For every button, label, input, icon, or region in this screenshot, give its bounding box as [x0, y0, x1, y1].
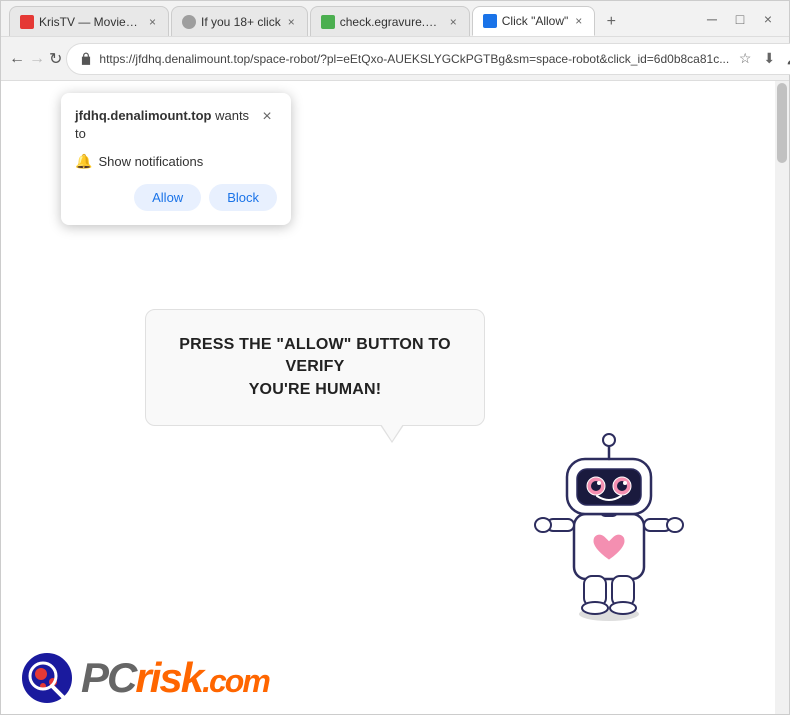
robot-svg — [529, 404, 689, 624]
profile-icon[interactable] — [783, 49, 790, 69]
block-button[interactable]: Block — [209, 184, 277, 211]
popup-title: jfdhq.denalimount.top wants to — [75, 107, 257, 143]
tab-1[interactable]: KrisTV — Movies and S... × — [9, 6, 169, 36]
tab-label-1: KrisTV — Movies and S... — [39, 15, 142, 29]
forward-button[interactable]: → — [29, 43, 45, 75]
tab-close-2[interactable]: × — [286, 13, 297, 31]
maximize-button[interactable]: □ — [727, 6, 753, 32]
notification-popup: jfdhq.denalimount.top wants to × 🔔 Show … — [61, 93, 291, 225]
allow-button[interactable]: Allow — [134, 184, 201, 211]
popup-buttons: Allow Block — [75, 184, 277, 211]
robot-illustration — [529, 404, 689, 624]
nav-bar: ← → ↻ https://jfdhq.denalimount.top/spac… — [1, 37, 789, 81]
page-content: jfdhq.denalimount.top wants to × 🔔 Show … — [1, 81, 789, 714]
tab-close-1[interactable]: × — [147, 13, 158, 31]
browser-window: KrisTV — Movies and S... × If you 18+ cl… — [0, 0, 790, 715]
address-icons: ☆ ⬇ ⋮ — [735, 49, 790, 69]
speech-bubble: PRESS THE "ALLOW" BUTTON TO VERIFY YOU'R… — [145, 309, 485, 426]
tab-close-4[interactable]: × — [573, 12, 584, 30]
tab-label-3: check.egravure.com/76... — [340, 15, 443, 29]
tab-label-2: If you 18+ click — [201, 15, 281, 29]
minimize-button[interactable]: ─ — [699, 6, 725, 32]
close-window-button[interactable]: × — [755, 6, 781, 32]
tab-close-3[interactable]: × — [448, 13, 459, 31]
title-bar: KrisTV — Movies and S... × If you 18+ cl… — [1, 1, 789, 37]
tab-3[interactable]: check.egravure.com/76... × — [310, 6, 470, 36]
bubble-text: PRESS THE "ALLOW" BUTTON TO VERIFY YOU'R… — [178, 334, 452, 401]
tab-bar: KrisTV — Movies and S... × If you 18+ cl… — [9, 1, 687, 36]
pcrisk-logo: PCrisk.com — [21, 652, 269, 704]
lock-icon — [79, 52, 93, 66]
download-icon[interactable]: ⬇ — [759, 49, 779, 69]
refresh-button[interactable]: ↻ — [49, 43, 62, 75]
scrollbar-thumb[interactable] — [777, 83, 787, 163]
pcrisk-logo-text: PCrisk.com — [81, 654, 269, 702]
new-tab-button[interactable]: + — [597, 8, 625, 36]
pc-text: PC — [81, 654, 135, 701]
tab-favicon-2 — [182, 15, 196, 29]
tab-favicon-1 — [20, 15, 34, 29]
popup-notification-label: Show notifications — [98, 154, 203, 169]
risk-text: risk — [135, 654, 202, 701]
address-bar[interactable]: https://jfdhq.denalimount.top/space-robo… — [66, 43, 790, 75]
tab-favicon-4 — [483, 14, 497, 28]
pcrisk-logo-icon — [21, 652, 73, 704]
popup-domain: jfdhq.denalimount.top — [75, 108, 211, 123]
tab-label-4: Click "Allow" — [502, 14, 569, 28]
com-text: .com — [202, 663, 269, 699]
address-text: https://jfdhq.denalimount.top/space-robo… — [99, 52, 729, 66]
bell-icon: 🔔 — [75, 153, 92, 170]
popup-notification-row: 🔔 Show notifications — [75, 153, 277, 170]
popup-header: jfdhq.denalimount.top wants to × — [75, 107, 277, 143]
window-controls: ─ □ × — [699, 6, 781, 32]
bookmark-icon[interactable]: ☆ — [735, 49, 755, 69]
tab-favicon-3 — [321, 15, 335, 29]
tab-2[interactable]: If you 18+ click × — [171, 6, 308, 36]
back-button[interactable]: ← — [9, 43, 25, 75]
bubble-line1: PRESS THE "ALLOW" BUTTON TO VERIFY — [179, 336, 451, 375]
tab-4[interactable]: Click "Allow" × — [472, 6, 596, 36]
popup-close-button[interactable]: × — [257, 107, 277, 127]
scrollbar[interactable] — [775, 81, 789, 714]
bubble-line2: YOU'RE HUMAN! — [249, 381, 382, 398]
